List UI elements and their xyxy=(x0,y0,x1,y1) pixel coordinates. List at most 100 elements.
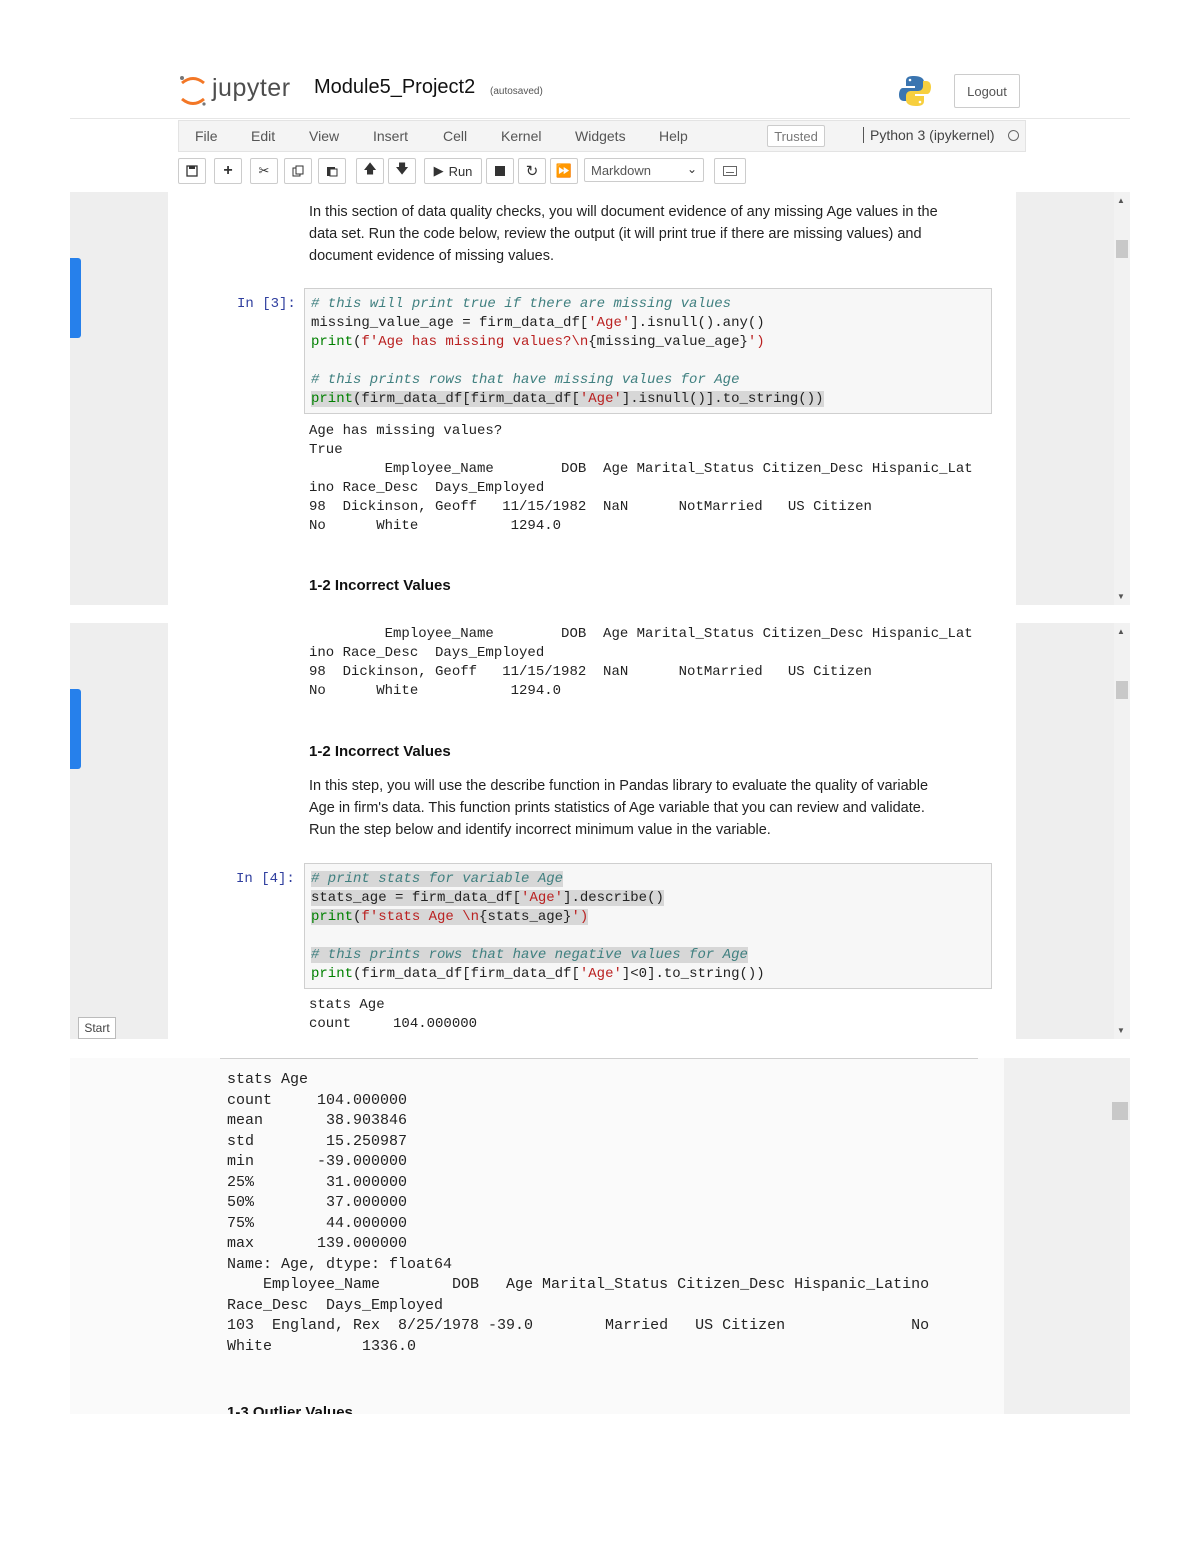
output-line: stats Age xyxy=(227,1071,309,1088)
plus-icon: + xyxy=(223,162,233,179)
code-editor[interactable]: # print stats for variable Age stats_age… xyxy=(311,870,765,984)
output-line: count 104.000000 xyxy=(309,1016,478,1032)
code-string: ') xyxy=(571,909,589,925)
code-selection: # print stats for variable Age stats_age… xyxy=(311,871,748,963)
code-comment: # print stats for variable Age xyxy=(311,871,564,887)
move-down-button[interactable]: 🡇 xyxy=(388,158,416,184)
output-line: ino Race_Desc Days_Employed xyxy=(309,480,545,496)
output-line: mean 38.903846 xyxy=(227,1112,408,1129)
markdown-cell-missing-age: In this section of data quality checks, … xyxy=(309,201,938,267)
code-text: ].describe() xyxy=(563,890,664,906)
copy-button[interactable] xyxy=(284,158,312,184)
save-button[interactable] xyxy=(178,158,206,184)
code-comment: # this prints rows that have negative va… xyxy=(311,947,748,963)
scroll-down-icon[interactable]: ▼ xyxy=(1117,592,1125,601)
code-string: 'Age' xyxy=(579,391,622,407)
output-line: count 104.000000 xyxy=(227,1091,408,1109)
vertical-scrollbar[interactable]: ▲ ▼ xyxy=(1114,623,1130,1039)
cell-type-select[interactable]: Markdown ⌄ xyxy=(584,158,704,182)
code-string: f'stats Age \n xyxy=(361,909,480,925)
section-heading: 1-2 Incorrect Values xyxy=(309,743,451,760)
notebook-header: jupyter Module5_Project2 (autosaved) Log… xyxy=(70,62,1130,192)
code-text: (firm_data_df[firm_data_df[ xyxy=(353,391,580,407)
paste-button[interactable] xyxy=(318,158,346,184)
code-comment: # this prints rows that have missing val… xyxy=(311,372,740,388)
code-string: ') xyxy=(747,334,765,350)
restart-button[interactable]: ↻ xyxy=(518,158,546,184)
menu-view[interactable]: View xyxy=(309,128,339,144)
output-line: ino Race_Desc Days_Employed xyxy=(309,645,545,661)
scroll-down-icon[interactable]: ▼ xyxy=(1117,1026,1125,1035)
output-line: 25% 31.000000 xyxy=(227,1173,408,1191)
markdown-line: document evidence of missing values. xyxy=(309,248,555,264)
trusted-indicator[interactable]: Trusted xyxy=(767,125,825,147)
menu-edit[interactable]: Edit xyxy=(251,128,275,144)
output-line: Age has missing values? xyxy=(309,423,503,439)
cell-type-value: Markdown xyxy=(591,162,651,178)
vertical-scrollbar[interactable]: ▲ ▼ xyxy=(1114,192,1130,605)
code-text: {missing_value_age} xyxy=(588,334,748,350)
menu-widgets[interactable]: Widgets xyxy=(575,128,626,144)
play-icon: ▶ xyxy=(433,163,444,178)
menu-help[interactable]: Help xyxy=(659,128,688,144)
cell-output-4: stats Age count 104.000000 xyxy=(309,996,477,1034)
cut-button[interactable]: ✂ xyxy=(250,158,278,184)
output-line: 103 England, Rex 8/25/1978 -39.0 Married… xyxy=(227,1317,930,1334)
menu-bar: File Edit View Insert Cell Kernel Widget… xyxy=(178,120,1026,152)
restart-run-all-button[interactable]: ⏩ xyxy=(550,158,578,184)
python-logo-icon xyxy=(899,76,931,106)
command-palette-button[interactable] xyxy=(714,158,746,184)
chevron-down-icon: ⌄ xyxy=(686,162,697,176)
output-line: min -39.000000 xyxy=(227,1153,408,1170)
run-label: Run xyxy=(448,163,473,179)
menu-kernel[interactable]: Kernel xyxy=(501,128,541,144)
start-button[interactable]: Start xyxy=(78,1017,116,1039)
scissors-icon: ✂ xyxy=(258,163,270,178)
insert-cell-button[interactable]: + xyxy=(214,158,242,184)
side-tab[interactable] xyxy=(70,689,81,769)
scroll-up-icon[interactable]: ▲ xyxy=(1117,196,1125,205)
notebook-container: Employee_Name DOB Age Marital_Status Cit… xyxy=(168,623,1016,1039)
scroll-up-icon[interactable]: ▲ xyxy=(1117,627,1125,636)
scroll-thumb[interactable] xyxy=(1116,240,1128,258)
output-line: White 1336.0 xyxy=(227,1337,417,1355)
code-text: stats_age = firm_data_df[ xyxy=(311,890,522,906)
cell-divider xyxy=(220,1058,978,1059)
restart-icon: ↻ xyxy=(525,163,539,180)
output-line: Employee_Name DOB Age Marital_Status Cit… xyxy=(227,1276,930,1293)
output-line: Race_Desc Days_Employed xyxy=(227,1296,444,1314)
menu-cell[interactable]: Cell xyxy=(443,128,467,144)
output-line: 98 Dickinson, Geoff 11/15/1982 NaN NotMa… xyxy=(309,664,872,680)
kernel-name[interactable]: Python 3 (ipykernel) xyxy=(863,127,995,143)
code-string: 'Age' xyxy=(521,890,564,906)
output-line: Employee_Name DOB Age Marital_Status Cit… xyxy=(309,461,973,477)
side-tab[interactable] xyxy=(70,258,81,338)
scroll-thumb[interactable] xyxy=(1112,1102,1128,1120)
move-up-button[interactable]: 🡅 xyxy=(356,158,384,184)
code-cell-3[interactable]: # this will print true if there are miss… xyxy=(304,288,992,414)
cell-output-3-continued: Employee_Name DOB Age Marital_Status Cit… xyxy=(309,625,973,701)
interrupt-button[interactable] xyxy=(486,158,514,184)
output-line: 50% 37.000000 xyxy=(227,1194,408,1211)
logout-button[interactable]: Logout xyxy=(954,74,1020,108)
code-cell-4[interactable]: # print stats for variable Age stats_age… xyxy=(304,863,992,989)
output-line: std 15.250987 xyxy=(227,1132,408,1150)
markdown-line: Age in firm's data. This function prints… xyxy=(309,800,925,816)
vertical-scrollbar[interactable] xyxy=(1004,1058,1130,1414)
notebook-title[interactable]: Module5_Project2 xyxy=(314,76,475,99)
jupyter-logo-text[interactable]: jupyter xyxy=(212,74,291,103)
markdown-line: In this section of data quality checks, … xyxy=(309,204,938,220)
code-editor[interactable]: # this will print true if there are miss… xyxy=(311,295,824,409)
code-string: 'Age' xyxy=(579,966,622,982)
menu-insert[interactable]: Insert xyxy=(373,128,408,144)
header-divider xyxy=(70,118,1130,119)
notebook-panel-2: Employee_Name DOB Age Marital_Status Cit… xyxy=(70,623,1130,1039)
markdown-line: data set. Run the code below, review the… xyxy=(309,226,922,242)
scroll-thumb[interactable] xyxy=(1116,681,1128,699)
run-button[interactable]: ▶ Run xyxy=(424,158,482,184)
toolbar: + ✂ 🡅 🡇 ▶ Run ↻ ⏩ Markdown ⌄ xyxy=(178,158,1018,186)
copy-icon xyxy=(292,165,304,177)
menu-file[interactable]: File xyxy=(195,128,218,144)
notebook-panel-1: In this section of data quality checks, … xyxy=(70,192,1130,605)
output-line: No White 1294.0 xyxy=(309,683,562,699)
